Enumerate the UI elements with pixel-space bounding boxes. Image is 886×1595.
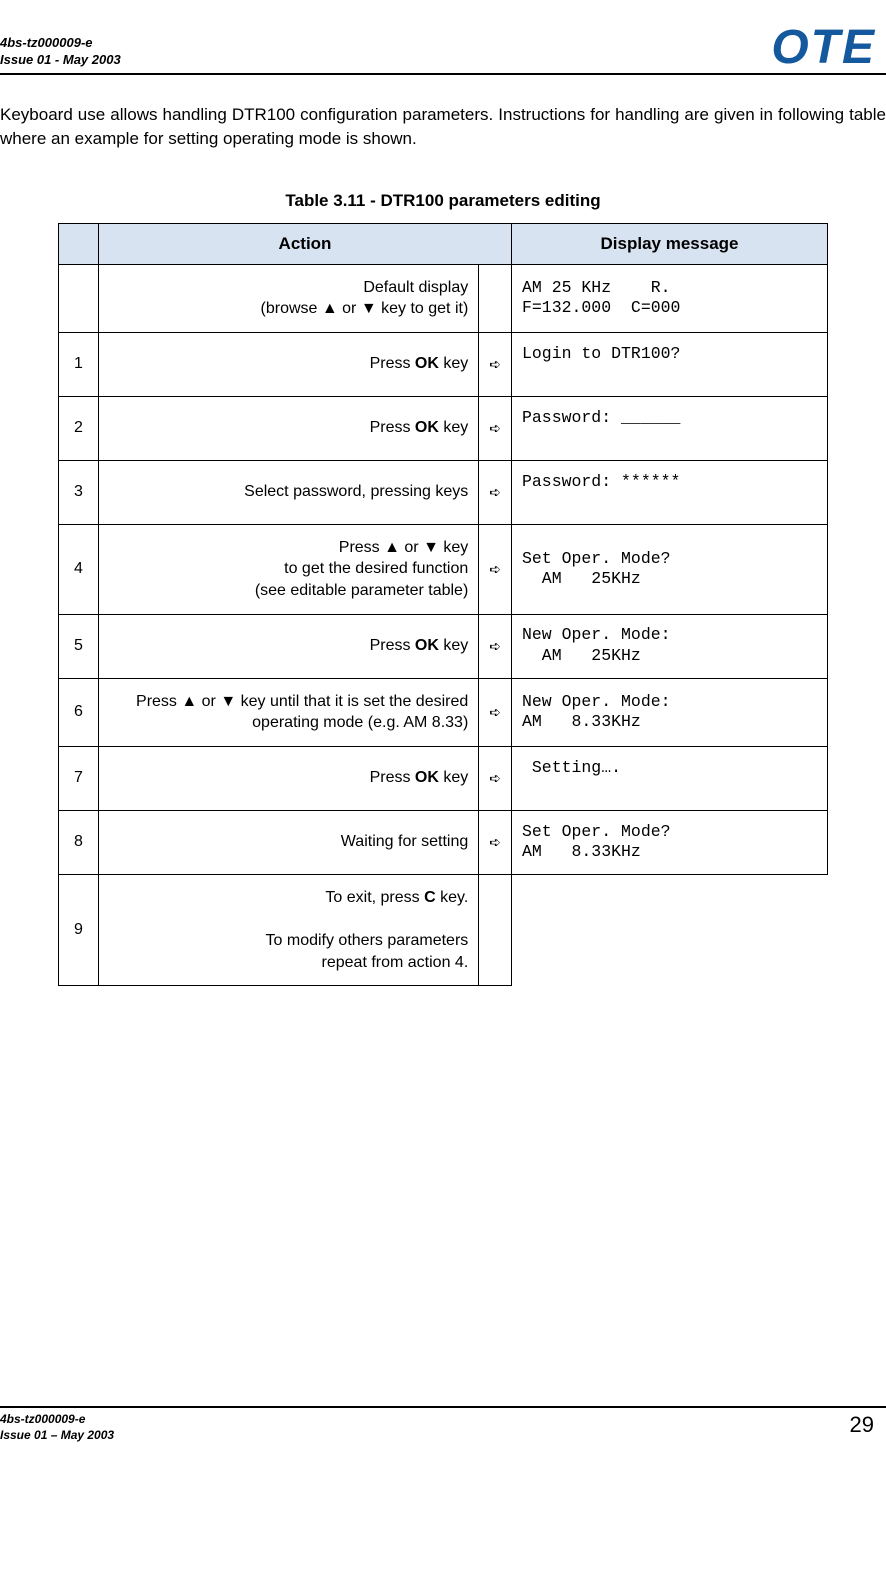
table-row: 4Press ▲ or ▼ keyto get the desired func… [59,524,828,614]
table-title: Table 3.11 - DTR100 parameters editing [0,191,886,211]
page-number: 29 [850,1412,886,1438]
table-row: Default display(browse ▲ or ▼ key to get… [59,264,828,332]
arrow-icon: ➪ [479,614,512,678]
footer-doc-issue: Issue 01 – May 2003 [0,1428,114,1444]
doc-id: 4bs-tz000009-e [0,35,121,52]
display-message: New Oper. Mode: AM 25KHz [512,614,828,678]
th-display: Display message [512,223,828,264]
action-cell: Press ▲ or ▼ key until that it is set th… [99,678,479,746]
step-number: 7 [59,746,99,810]
action-cell: Press OK key [99,332,479,396]
step-number: 4 [59,524,99,614]
th-step [59,223,99,264]
table-row: 5Press OK key➪New Oper. Mode: AM 25KHz [59,614,828,678]
action-cell: Select password, pressing keys [99,460,479,524]
th-action: Action [99,223,512,264]
arrow-icon: ➪ [479,460,512,524]
arrow-icon [479,264,512,332]
display-message: Login to DTR100? [512,332,828,396]
arrow-icon: ➪ [479,746,512,810]
step-number: 5 [59,614,99,678]
arrow-icon: ➪ [479,332,512,396]
step-number [59,264,99,332]
step-number: 1 [59,332,99,396]
logo: OTE [771,20,886,75]
doc-info: 4bs-tz000009-e Issue 01 - May 2003 [0,35,121,69]
table-row: 8Waiting for setting➪Set Oper. Mode? AM … [59,810,828,874]
action-cell: Press ▲ or ▼ keyto get the desired funct… [99,524,479,614]
arrow-icon: ➪ [479,678,512,746]
action-cell: Waiting for setting [99,810,479,874]
intro-paragraph: Keyboard use allows handling DTR100 conf… [0,103,886,151]
footer-doc-id: 4bs-tz000009-e [0,1412,114,1428]
page-header: 4bs-tz000009-e Issue 01 - May 2003 OTE [0,20,886,75]
arrow-icon: ➪ [479,524,512,614]
action-cell: Press OK key [99,614,479,678]
step-number: 9 [59,874,99,985]
doc-issue: Issue 01 - May 2003 [0,52,121,69]
arrow-icon: ➪ [479,396,512,460]
parameters-table: Action Display message Default display(b… [58,223,828,987]
table-row: 1Press OK key➪Login to DTR100? [59,332,828,396]
table-row: 7Press OK key➪ Setting…. [59,746,828,810]
action-cell: Press OK key [99,746,479,810]
display-message: Password: ****** [512,460,828,524]
step-number: 6 [59,678,99,746]
action-cell: To exit, press C key.To modify others pa… [99,874,479,985]
page-footer: 4bs-tz000009-e Issue 01 – May 2003 29 [0,1406,886,1443]
arrow-icon: ➪ [479,810,512,874]
display-message: AM 25 KHz R. F=132.000 C=000 [512,264,828,332]
step-number: 2 [59,396,99,460]
table-row: 9To exit, press C key.To modify others p… [59,874,828,985]
display-message: Set Oper. Mode? AM 8.33KHz [512,810,828,874]
table-row: 2Press OK key➪Password: ______ [59,396,828,460]
step-number: 8 [59,810,99,874]
footer-doc-info: 4bs-tz000009-e Issue 01 – May 2003 [0,1412,114,1443]
arrow-icon [479,874,512,985]
action-cell: Default display(browse ▲ or ▼ key to get… [99,264,479,332]
table-row: 3Select password, pressing keys➪Password… [59,460,828,524]
step-number: 3 [59,460,99,524]
display-message: New Oper. Mode: AM 8.33KHz [512,678,828,746]
display-message: Set Oper. Mode? AM 25KHz [512,524,828,614]
table-row: 6Press ▲ or ▼ key until that it is set t… [59,678,828,746]
display-message: Setting…. [512,746,828,810]
display-message: Password: ______ [512,396,828,460]
action-cell: Press OK key [99,396,479,460]
display-message [512,874,828,985]
